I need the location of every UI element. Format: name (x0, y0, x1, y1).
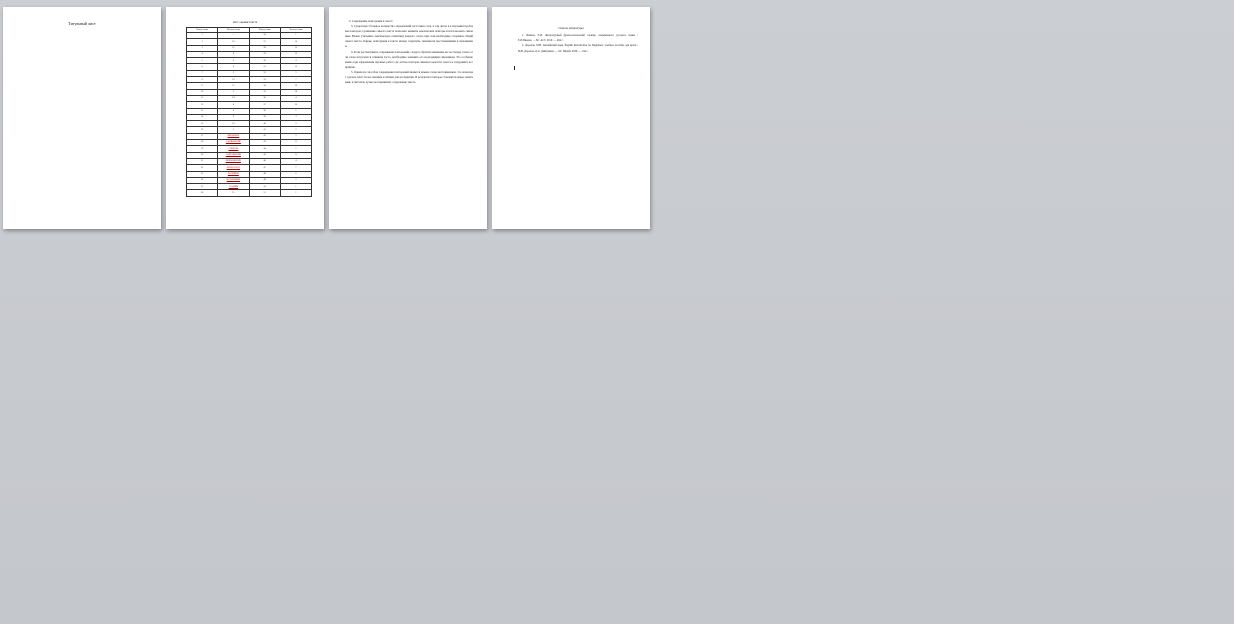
table-cell: 15 (217, 189, 250, 197)
paragraph: 4. Если рассматривать сокращение повторе… (345, 49, 473, 69)
reference-item: 2. Дорохов, М.В. Английский язык. Englis… (518, 44, 638, 53)
text-cursor (514, 66, 515, 70)
table-row: 26 15 51 1 (185, 189, 313, 197)
page-body-text[interactable]: 2. Сокращение повторения в тексте 3. Сущ… (329, 7, 487, 229)
paragraph: 5. Одним из способов сокращения повторен… (345, 69, 473, 85)
page-table[interactable]: лист оценки текста Номер слова Частота с… (166, 7, 324, 229)
body-text: 2. Сокращение повторения в тексте 3. Сущ… (345, 19, 473, 85)
references-list: 1. Иванов, Е.И. Литературный фразеологич… (518, 33, 638, 54)
table-body: 1—26 1 2 18 27 16 3 12 28 15 4 8 29 13 5 6 30 4 6 9 31 12 7 3 32… (185, 31, 313, 197)
frequency-table: Номер слова Частота слова Номер слова Ча… (185, 27, 313, 197)
references-title: Список литературы (558, 26, 584, 30)
page-references[interactable]: Список литературы 1. Иванов, Е.И. Литера… (492, 7, 650, 229)
table-cell: 26 (185, 189, 219, 197)
table-cell: 51 (248, 189, 281, 197)
page-title-sheet[interactable]: Титульный лист (3, 7, 161, 229)
table-cell: 1 (279, 189, 313, 197)
reference-item: 1. Иванов, Е.И. Литературный фразеологич… (518, 34, 638, 43)
paragraph: 3. Существует большое количество определ… (345, 24, 473, 49)
title-page-heading: Титульный лист (68, 21, 96, 26)
table-caption: лист оценки текста (232, 20, 258, 24)
